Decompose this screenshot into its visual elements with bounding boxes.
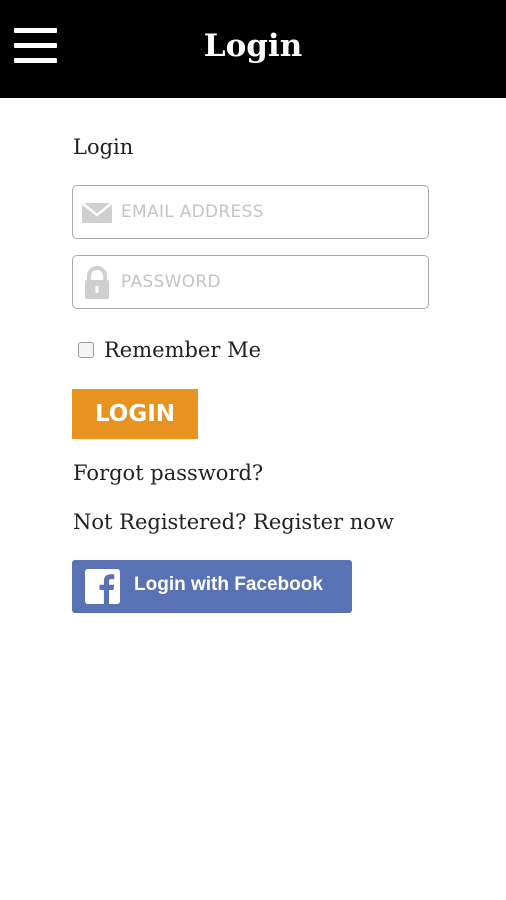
facebook-login-button[interactable]: Login with Facebook (72, 560, 352, 613)
facebook-icon (85, 569, 120, 604)
envelope-icon (81, 202, 113, 223)
email-input[interactable] (121, 194, 416, 230)
page-title: Login (203, 28, 303, 64)
password-field[interactable] (72, 255, 429, 309)
register-prompt-row: Not Registered? Register now (73, 510, 394, 534)
register-prompt-text: Not Registered? (73, 510, 247, 534)
top-app-bar: Login (0, 0, 506, 98)
form-heading: Login (73, 135, 134, 159)
login-button[interactable]: LOGIN (72, 389, 198, 439)
forgot-password-link[interactable]: Forgot password? (73, 461, 263, 485)
remember-me-row[interactable]: Remember Me (78, 338, 261, 362)
register-now-link[interactable]: Register now (253, 510, 394, 534)
email-field[interactable] (72, 185, 429, 239)
facebook-login-label: Login with Facebook (134, 574, 323, 595)
lock-icon (85, 266, 109, 299)
remember-me-label: Remember Me (104, 338, 262, 362)
remember-me-checkbox[interactable] (78, 342, 94, 358)
password-input[interactable] (121, 264, 416, 300)
